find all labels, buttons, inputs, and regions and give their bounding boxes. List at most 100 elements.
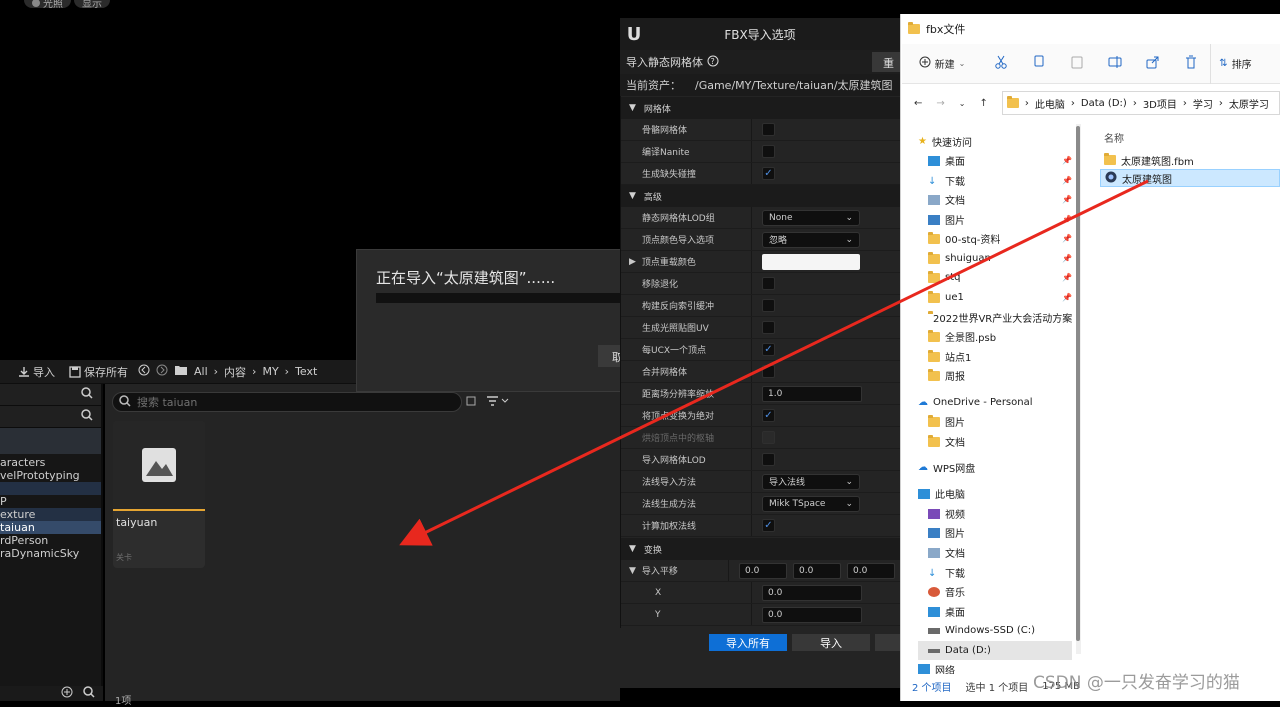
breadcrumb-content[interactable]: 内容 <box>224 364 246 380</box>
nav-item[interactable]: shuiguan 📌 <box>918 249 1072 268</box>
nav-item[interactable]: ue1 📌 <box>918 288 1072 307</box>
nav-item[interactable]: 图片 <box>918 523 1072 542</box>
back-icon[interactable] <box>138 364 150 379</box>
paste-button[interactable] <box>1058 44 1096 84</box>
nav-item[interactable]: 00-stq-资料 📌 <box>918 229 1072 248</box>
vertex-color-dropdown[interactable]: 忽略 ⌄ <box>762 231 860 248</box>
address-segment[interactable]: 学习 <box>1193 96 1213 111</box>
nav-item[interactable]: ↓ 下载 <box>918 563 1072 582</box>
back-arrow-icon[interactable]: ← <box>914 98 922 109</box>
asset-tile[interactable]: taiyuan 关卡 <box>113 421 205 568</box>
nav-quick-access[interactable]: ★ 快速访问 <box>918 132 1072 151</box>
reversed-index-checkbox[interactable] <box>762 299 775 312</box>
tree-search-bar[interactable] <box>0 384 101 406</box>
forward-icon[interactable] <box>156 364 168 379</box>
collision-checkbox[interactable]: ✓ <box>762 167 775 180</box>
sort-button[interactable]: ⇅ 排序 <box>1210 43 1260 84</box>
save-all-button[interactable]: 保存所有 <box>65 362 132 382</box>
nav-wps[interactable]: ☁ WPS网盘 <box>918 458 1072 477</box>
nav-item[interactable]: 桌面 <box>918 602 1072 621</box>
combine-meshes-checkbox[interactable] <box>762 365 775 378</box>
nav-item[interactable]: 图片 <box>918 412 1072 431</box>
tree-item[interactable] <box>0 482 101 495</box>
asset-search-input[interactable]: 搜索 taiuan <box>112 392 462 412</box>
nav-item[interactable]: 全景图.psb <box>918 327 1072 346</box>
rename-button[interactable] <box>1096 44 1134 84</box>
nav-item[interactable]: 图片 📌 <box>918 210 1072 229</box>
normal-import-dropdown[interactable]: 导入法线 ⌄ <box>762 473 860 490</box>
color-swatch[interactable] <box>762 253 860 270</box>
nav-item[interactable]: 2022世界VR产业大会活动方案 <box>918 308 1072 327</box>
lightmap-uv-checkbox[interactable] <box>762 321 775 334</box>
save-search-icon[interactable] <box>466 396 476 409</box>
address-bar[interactable]: › 此电脑 › Data (D:) › 3D项目 › 学习 › 太原学习 <box>1001 91 1280 115</box>
nav-item[interactable]: 音乐 <box>918 582 1072 601</box>
forward-arrow-icon[interactable]: → <box>936 98 944 109</box>
chevron-down-icon[interactable]: ⌄ <box>959 99 966 108</box>
breadcrumb-my[interactable]: MY <box>262 365 278 378</box>
pivot-absolute-checkbox[interactable]: ✓ <box>762 409 775 422</box>
help-icon[interactable]: ? <box>707 55 719 70</box>
section-transform[interactable]: ▼ 变换 <box>621 538 901 560</box>
x-input[interactable]: 0.0 <box>762 584 862 601</box>
breadcrumb-texture[interactable]: Text <box>295 365 317 378</box>
weighted-normals-checkbox[interactable]: ✓ <box>762 519 775 532</box>
nav-this-pc[interactable]: 此电脑 <box>918 484 1072 503</box>
translation-y-input[interactable]: 0.0 <box>793 562 841 579</box>
nav-item[interactable]: 文档 📌 <box>918 190 1072 209</box>
viewport-lit-button[interactable]: 光照 <box>24 0 71 10</box>
tree-item[interactable]: velPrototyping <box>0 469 101 482</box>
address-segment[interactable]: 此电脑 <box>1035 96 1065 111</box>
viewport-show-button[interactable]: 显示 <box>74 0 110 10</box>
nav-item-selected[interactable]: Data (D:) <box>918 641 1072 660</box>
one-convex-checkbox[interactable]: ✓ <box>762 343 775 356</box>
cut-button[interactable] <box>982 44 1020 84</box>
nav-item[interactable]: 周报 <box>918 366 1072 385</box>
import-button[interactable]: 导入 <box>14 362 59 382</box>
y-input[interactable]: 0.0 <box>762 606 862 623</box>
nav-item[interactable]: Windows-SSD (C:) <box>918 621 1072 640</box>
tree-filter-bar[interactable] <box>0 406 101 428</box>
delete-button[interactable] <box>1172 44 1210 84</box>
nav-item[interactable]: 视频 <box>918 504 1072 523</box>
nav-item[interactable]: 桌面 📌 <box>918 151 1072 170</box>
address-segment[interactable]: 3D项目 <box>1143 96 1177 111</box>
lod-group-dropdown[interactable]: None ⌄ <box>762 209 860 226</box>
tree-item[interactable]: rdPerson <box>0 534 101 547</box>
reset-button[interactable]: 重置 <box>872 52 902 86</box>
share-button[interactable] <box>1134 44 1172 84</box>
address-segment[interactable]: Data (D:) <box>1081 98 1127 109</box>
new-button[interactable]: 新建 ⌄ <box>902 44 982 84</box>
nav-item[interactable]: 站点1 <box>918 347 1072 366</box>
distance-field-input[interactable]: 1.0 <box>762 385 862 402</box>
tree-item[interactable]: raDynamicSky <box>0 547 101 560</box>
remove-degenerates-checkbox[interactable] <box>762 277 775 290</box>
nav-item[interactable]: 文档 <box>918 543 1072 562</box>
filter-icon[interactable] <box>486 395 510 410</box>
nav-onedrive[interactable]: ☁ OneDrive - Personal <box>918 393 1072 412</box>
add-icon[interactable] <box>61 686 73 701</box>
tree-item[interactable]: exture <box>0 508 101 521</box>
nav-item[interactable]: stq 📌 <box>918 268 1072 287</box>
address-segment[interactable]: 太原学习 <box>1229 96 1269 111</box>
nav-scrollbar-thumb[interactable] <box>1076 126 1080 641</box>
tree-item-selected[interactable]: taiuan <box>0 521 101 534</box>
file-item[interactable]: 太原建筑图.fbm <box>1100 151 1280 169</box>
file-item-selected[interactable]: 太原建筑图 <box>1100 169 1280 187</box>
translation-z-input[interactable]: 0.0 <box>847 562 895 579</box>
import-button-fbx[interactable]: 导入 <box>792 634 870 651</box>
import-lods-checkbox[interactable] <box>762 453 775 466</box>
tree-item[interactable]: aracters <box>0 456 101 469</box>
tree-item[interactable]: P <box>0 495 101 508</box>
column-header-name[interactable]: 名称 <box>1104 130 1124 145</box>
cancel-button[interactable] <box>875 634 901 651</box>
section-mesh[interactable]: ▼ 网格体 <box>621 97 901 119</box>
translation-x-input[interactable]: 0.0 <box>739 562 787 579</box>
search-icon[interactable] <box>83 686 95 701</box>
nanite-checkbox[interactable] <box>762 145 775 158</box>
import-all-button[interactable]: 导入所有 <box>709 634 787 651</box>
breadcrumb-all[interactable]: All <box>194 365 208 378</box>
copy-button[interactable] <box>1020 44 1058 84</box>
skeletal-mesh-checkbox[interactable] <box>762 123 775 136</box>
nav-item[interactable]: ↓ 下载 📌 <box>918 171 1072 190</box>
